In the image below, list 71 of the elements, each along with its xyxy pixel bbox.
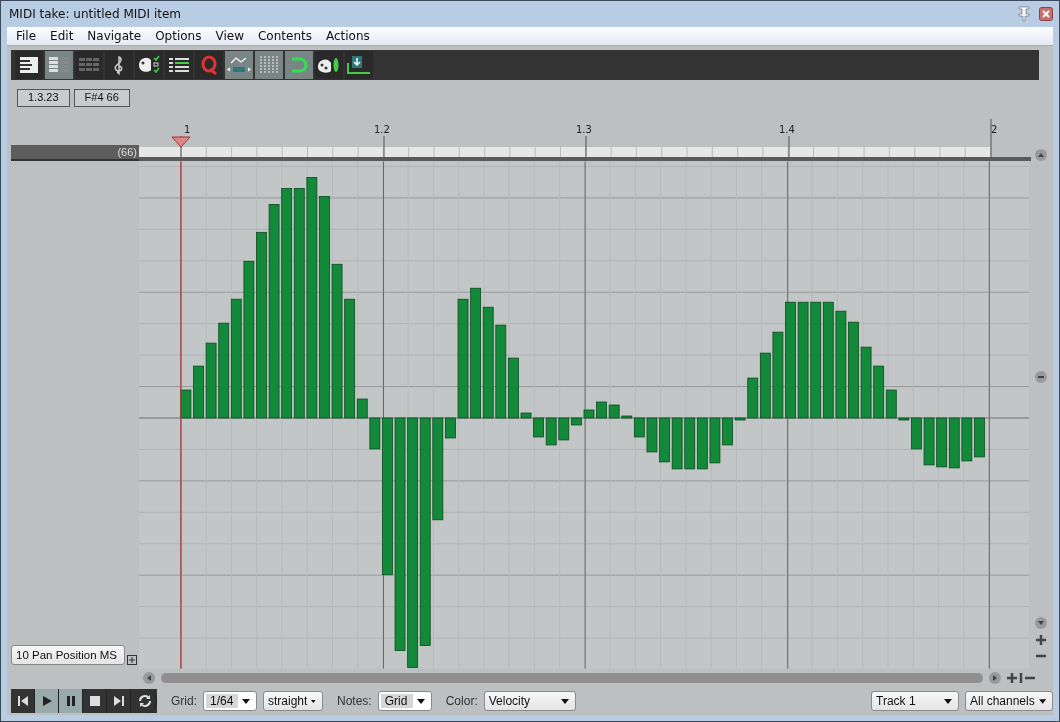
transport-button[interactable] (35, 689, 59, 713)
pin-icon[interactable] (1017, 6, 1031, 22)
timeline-ruler[interactable]: 1 1.2 1.3 1.4 2 (139, 111, 1031, 161)
position-readout: 1.3.23 (17, 89, 70, 107)
note-rows-icon (48, 56, 70, 74)
grid-label: Grid: (171, 694, 197, 708)
play-icon (40, 695, 53, 707)
menu-item[interactable]: View (208, 29, 251, 43)
toolbar-button[interactable] (15, 51, 43, 79)
ruler-label: 2 (991, 124, 998, 135)
magnet-icon (289, 55, 309, 75)
notes-dropdown[interactable]: Grid (377, 691, 432, 711)
dropdown-caret-icon (242, 698, 250, 704)
channel-dropdown[interactable]: All channels (965, 691, 1053, 711)
color-dropdown[interactable]: Velocity (483, 691, 576, 711)
transport-button[interactable] (59, 689, 83, 713)
piano-keys-icon (19, 56, 39, 74)
envelope-lane-icon (226, 55, 252, 75)
pause-icon (64, 695, 77, 707)
ruler-label: 1.2 (374, 124, 390, 135)
note-readout: F#4 66 (73, 89, 130, 107)
download-arrow-icon (346, 55, 372, 75)
horizontal-scrollbar[interactable] (161, 673, 983, 683)
menu-item[interactable]: File (9, 29, 44, 43)
loop-icon (136, 693, 153, 709)
dropdown-caret-icon (1038, 698, 1046, 704)
palette-checklist-icon (137, 55, 161, 75)
lane-dropdown[interactable]: 10 Pan Position MS (11, 645, 125, 665)
grid-lines-icon (258, 55, 280, 75)
zoom-in-icon[interactable] (1036, 635, 1046, 645)
menu-item[interactable]: Navigate (80, 29, 149, 43)
division-dropdown[interactable]: 1/64 (203, 691, 257, 711)
track-dropdown[interactable]: Track 1 (871, 691, 959, 711)
dropdown-caret-icon (416, 698, 425, 704)
toolbar-button[interactable] (105, 51, 133, 79)
scroll-down-icon[interactable] (1035, 617, 1047, 629)
menu-item[interactable]: Actions (318, 29, 377, 43)
scroll-right-icon[interactable] (989, 672, 1001, 684)
scroll-left-icon[interactable] (143, 672, 155, 684)
collapse-icon[interactable] (1035, 371, 1047, 383)
lane-value: (66) (117, 146, 138, 158)
ruler-label: 1 (184, 124, 191, 135)
menu-item[interactable]: Edit (43, 29, 81, 43)
stop-icon (88, 695, 101, 707)
close-icon[interactable] (1039, 7, 1053, 21)
swing-dropdown[interactable]: straight (263, 691, 323, 711)
palette-footprint-icon (317, 55, 341, 75)
table-grid-icon (78, 57, 100, 73)
dropdown-caret-icon (311, 698, 316, 704)
add-lane-icon[interactable] (127, 655, 137, 665)
toolbar-button[interactable] (345, 51, 373, 79)
menu-item[interactable]: Contents (250, 29, 319, 43)
zoom-controls-icon[interactable] (1007, 673, 1035, 683)
skip-forward-icon (112, 695, 125, 707)
dropdown-caret-icon (944, 698, 952, 704)
menu-item[interactable]: Options (148, 29, 209, 43)
window-title: MIDI take: untitled MIDI item (9, 7, 182, 21)
skip-back-icon (16, 695, 29, 707)
color-label: Color: (445, 694, 478, 708)
ruler-label: 1.4 (779, 124, 795, 135)
ruler-label: 1.3 (576, 124, 592, 135)
notes-label: Notes: (337, 694, 372, 708)
treble-clef-icon (113, 55, 125, 75)
toolbar-button[interactable] (165, 51, 193, 79)
list-icon (168, 57, 190, 73)
dropdown-caret-icon (560, 698, 569, 704)
toolbar-button[interactable] (315, 51, 343, 79)
toolbar-button[interactable] (135, 51, 163, 79)
q-letter-icon (200, 55, 218, 75)
scroll-up-icon[interactable] (1035, 149, 1047, 161)
pan-lane-drawing[interactable] (138, 161, 1030, 669)
